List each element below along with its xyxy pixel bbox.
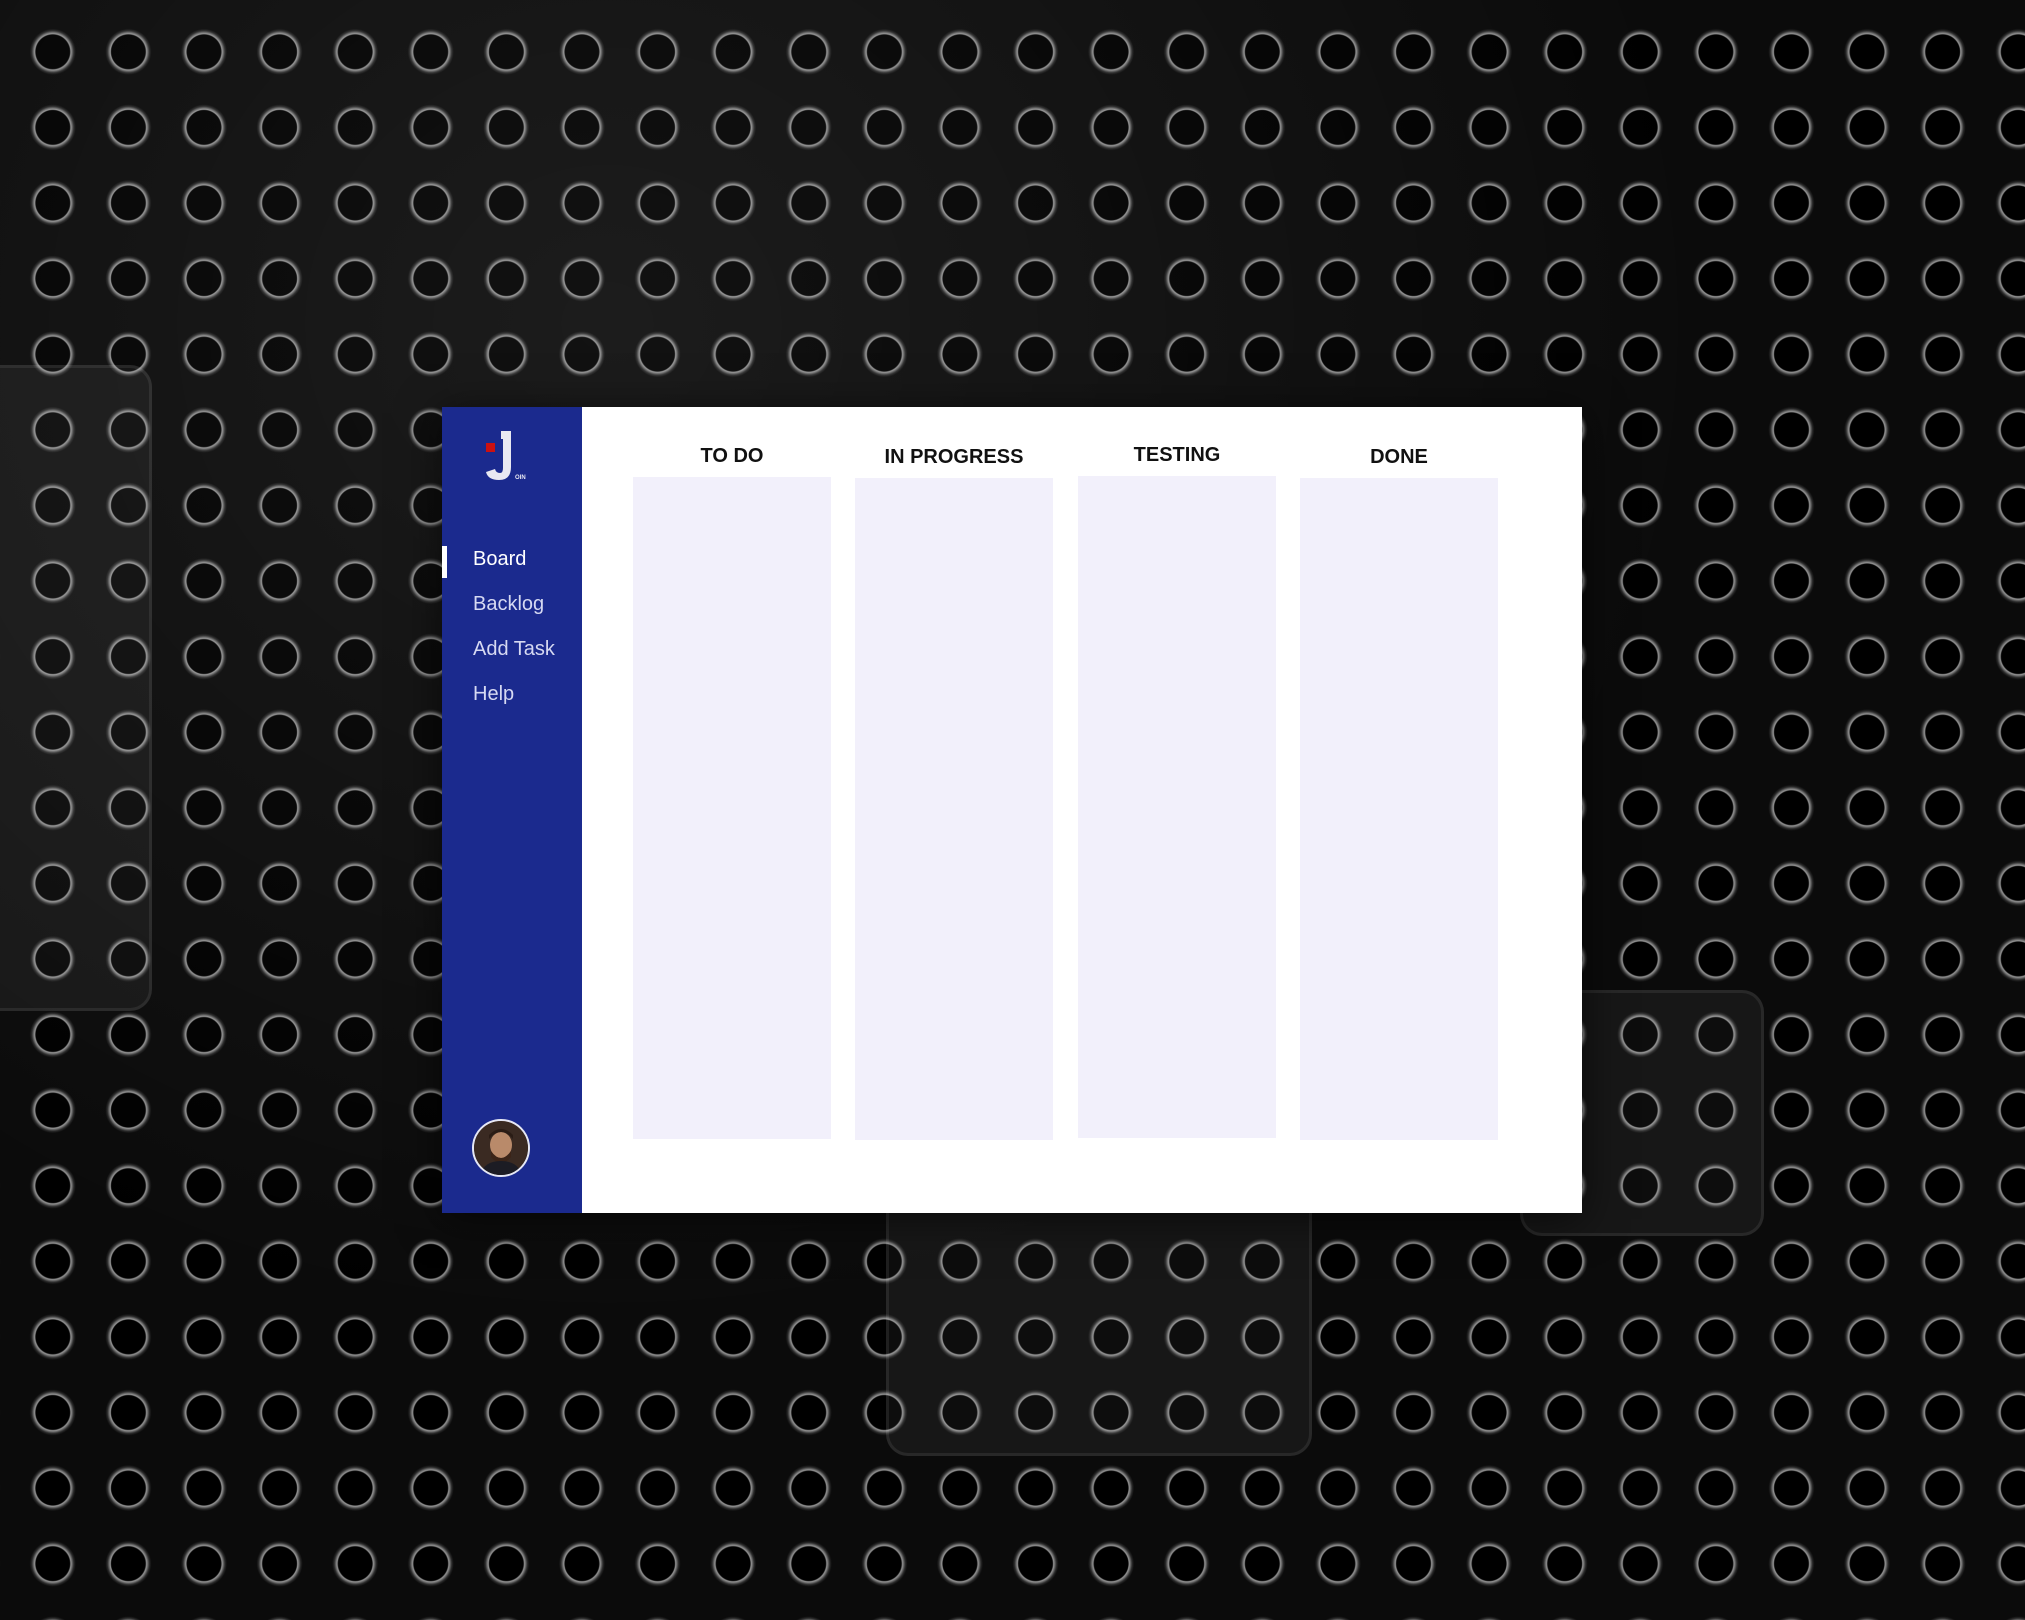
column-dropzone[interactable] bbox=[633, 477, 831, 1139]
sidebar-item-label: Help bbox=[473, 683, 515, 705]
column-title: IN PROGRESS bbox=[884, 446, 1024, 468]
sidebar-item-label: Board bbox=[473, 548, 527, 570]
user-avatar-icon[interactable] bbox=[472, 1119, 530, 1177]
column-testing: TESTING bbox=[1078, 440, 1276, 1138]
column-done: DONE bbox=[1300, 442, 1498, 1140]
column-dropzone[interactable] bbox=[1078, 476, 1276, 1138]
sidebar-item-backlog[interactable]: Backlog bbox=[442, 582, 582, 627]
column-todo: TO DO bbox=[633, 441, 831, 1139]
column-title: DONE bbox=[1370, 446, 1428, 468]
sidebar-nav: Board Backlog Add Task Help bbox=[442, 537, 582, 717]
sidebar: OIN Board Backlog Add Task Help bbox=[442, 407, 582, 1213]
app-window: OIN Board Backlog Add Task Help TO DO IN… bbox=[442, 407, 1582, 1213]
join-logo-icon[interactable]: OIN bbox=[479, 427, 535, 487]
column-title: TO DO bbox=[700, 445, 764, 467]
column-dropzone[interactable] bbox=[1300, 478, 1498, 1140]
kanban-board: TO DO IN PROGRESS TESTING DONE bbox=[582, 407, 1582, 1213]
svg-text:OIN: OIN bbox=[515, 475, 526, 481]
sidebar-item-board[interactable]: Board bbox=[442, 537, 582, 582]
column-title: TESTING bbox=[1133, 444, 1221, 466]
column-in-progress: IN PROGRESS bbox=[855, 442, 1053, 1140]
sidebar-item-label: Add Task bbox=[473, 638, 555, 660]
sidebar-item-add-task[interactable]: Add Task bbox=[442, 627, 582, 672]
sidebar-item-help[interactable]: Help bbox=[442, 672, 582, 717]
column-dropzone[interactable] bbox=[855, 478, 1053, 1140]
sidebar-item-label: Backlog bbox=[473, 593, 545, 615]
background-panel bbox=[0, 365, 152, 1011]
